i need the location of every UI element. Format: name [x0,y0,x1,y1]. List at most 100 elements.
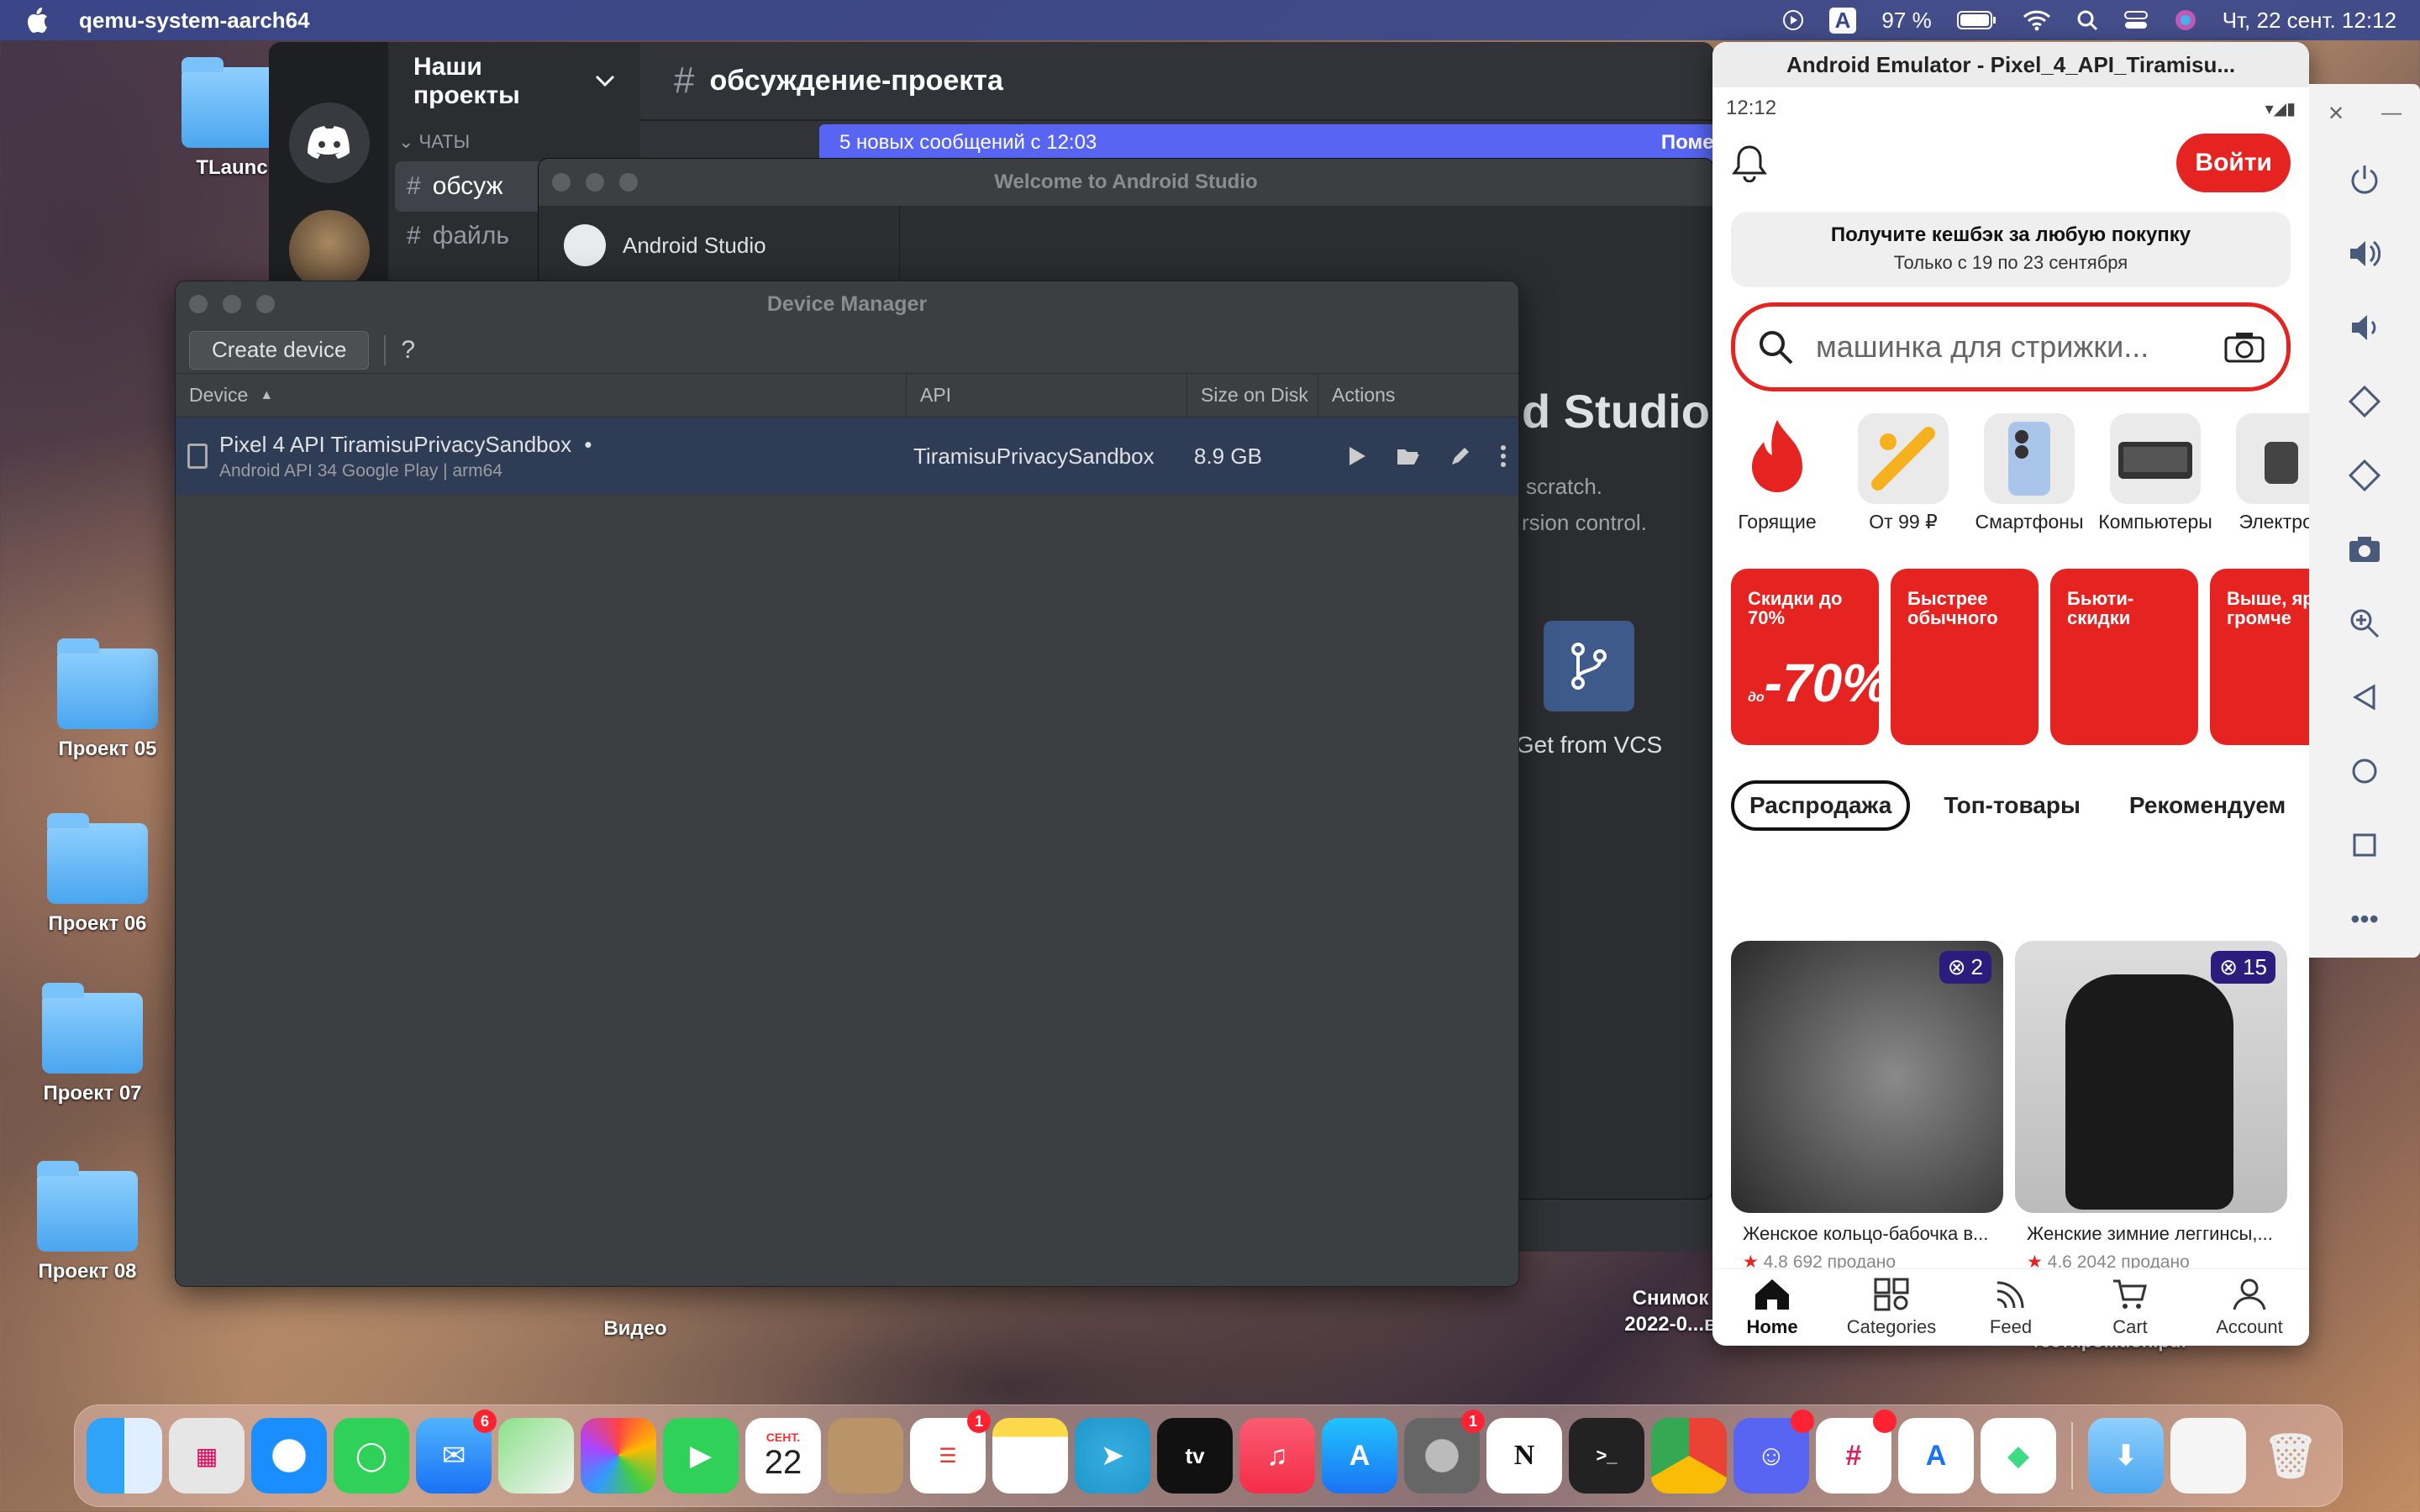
tab-top[interactable]: Топ-товары [1928,784,2096,827]
discord-icon[interactable]: ☺ [1733,1410,1814,1494]
product-card[interactable]: ⊗ 2 Женское кольцо-бабочка в... ★ 4.8 692… [1731,941,2003,1270]
close-button[interactable] [552,173,571,192]
apple-icon[interactable] [24,6,49,34]
finder-icon[interactable] [87,1418,162,1494]
folder-open-icon[interactable] [1396,446,1421,466]
category-from-99[interactable]: От 99 ₽ [1840,413,1966,533]
screenshot-button[interactable] [2309,512,2420,586]
promo-faster[interactable]: Быстрее обычного [1891,569,2039,745]
telegram-icon[interactable]: ➤ [1075,1418,1150,1494]
get-from-vcs-button[interactable]: Get from VCS [1513,621,1665,759]
more-vertical-icon[interactable] [1500,444,1507,468]
zoom-button[interactable] [2309,586,2420,660]
contacts-icon[interactable] [828,1418,903,1494]
column-device[interactable]: Device ▲ [176,374,907,417]
battery-percent[interactable]: 97 % [1881,8,1931,34]
launchpad-icon[interactable]: ▦ [169,1418,245,1494]
search-icon[interactable] [2076,9,2098,31]
create-device-button[interactable]: Create device [189,330,370,370]
safari-icon[interactable] [251,1418,327,1494]
desktop-folder-project-08[interactable]: Проект 08 [12,1161,163,1284]
nav-categories[interactable]: Categories [1832,1269,1951,1346]
notes-icon[interactable] [992,1418,1068,1494]
search-bar[interactable]: машинка для стрижки... [1731,302,2291,391]
category-computers[interactable]: Компьютеры [2092,413,2218,533]
android-studio-icon[interactable]: ◆ [1981,1418,2056,1494]
siri-icon[interactable] [2174,8,2197,32]
discord-home-icon[interactable] [289,102,370,183]
app-name[interactable]: qemu-system-aarch64 [79,8,310,34]
input-source-indicator[interactable]: A [1828,7,1857,34]
server-avatar[interactable] [289,210,370,291]
column-size[interactable]: Size on Disk [1187,374,1318,417]
home-button[interactable] [2309,734,2420,808]
mail-icon[interactable]: ✉ 6 [416,1410,497,1494]
close-button[interactable] [189,295,208,313]
power-button[interactable] [2309,143,2420,217]
column-api[interactable]: API [907,374,1187,417]
close-icon[interactable]: ✕ [2328,102,2344,126]
minimize-icon[interactable]: — [2381,102,2402,125]
messages-icon[interactable]: ◯ [334,1418,409,1494]
notion-icon[interactable]: N [1486,1418,1562,1494]
desktop-folder-project-05[interactable]: Проект 05 [32,638,183,761]
camera-icon[interactable] [2224,331,2265,363]
nav-cart[interactable]: Cart [2070,1269,2190,1346]
photos-icon[interactable] [581,1418,656,1494]
new-messages-banner[interactable]: 5 новых сообщений с 12:03 Помет [819,124,1714,161]
bell-icon[interactable] [1731,144,1768,182]
table-row[interactable]: Pixel 4 API TiramisuPrivacySandbox • And… [176,417,1518,495]
nav-feed[interactable]: Feed [1951,1269,2070,1346]
battery-icon[interactable] [1956,10,1997,30]
volume-down-button[interactable] [2309,291,2420,365]
volume-up-button[interactable] [2309,217,2420,291]
clock[interactable]: Чт, 22 сент. 12:12 [2223,8,2396,34]
search-input[interactable]: машинка для стрижки... [1816,329,2149,365]
control-center-icon[interactable] [2123,9,2149,31]
xcode-instruments-icon[interactable]: A [1898,1418,1974,1494]
play-circle-icon[interactable] [1782,9,1804,31]
zoom-button[interactable] [256,295,275,313]
terminal-icon[interactable]: >_ [1569,1418,1644,1494]
help-button[interactable]: ? [401,336,415,365]
overview-button[interactable] [2309,808,2420,882]
apple-tv-icon[interactable]: tv [1157,1418,1233,1494]
category-hot[interactable]: Горящие [1714,413,1840,533]
recent-document-icon[interactable] [2170,1418,2246,1494]
trash-icon[interactable]: 🗑 [2253,1418,2328,1494]
music-icon[interactable]: ♫ [1239,1418,1315,1494]
login-button[interactable]: Войти [2176,134,2291,192]
nav-account[interactable]: Account [2190,1269,2309,1346]
chrome-icon[interactable] [1651,1418,1727,1494]
minimize-button[interactable] [586,173,604,192]
server-header[interactable]: Наши проекты [388,42,640,121]
reminders-icon[interactable]: ☰ 1 [910,1410,991,1494]
slack-icon[interactable]: # [1816,1410,1897,1494]
mark-read-button[interactable]: Помет [1661,131,1714,155]
nav-home[interactable]: Home [1712,1269,1832,1346]
back-button[interactable] [2309,660,2420,734]
promo-beauty[interactable]: Бьюти-скидки [2050,569,2198,745]
edit-pencil-icon[interactable] [1449,445,1471,467]
rotate-right-button[interactable] [2309,438,2420,512]
play-icon[interactable] [1347,445,1367,467]
system-settings-icon[interactable]: 1 [1404,1410,1485,1494]
facetime-icon[interactable]: ▶ [663,1418,739,1494]
category-smartphones[interactable]: Смартфоны [1966,413,2092,533]
more-button[interactable]: ••• [2309,882,2420,956]
wifi-icon[interactable] [2023,9,2051,31]
cashback-banner[interactable]: Получите кешбэк за любую покупку Только … [1731,212,2291,287]
desktop-folder-video[interactable]: Видео [560,1317,711,1341]
category-chats[interactable]: ⌄ ЧАТЫ [388,121,640,153]
calendar-icon[interactable]: СЕНТ. 22 [745,1418,821,1494]
app-store-icon[interactable]: A [1322,1418,1397,1494]
minimize-button[interactable] [223,295,241,313]
tab-recommended[interactable]: Рекомендуем [2114,784,2301,827]
tab-sale[interactable]: Распродажа [1731,780,1911,831]
category-electronics[interactable]: Электрон [2218,413,2309,533]
desktop-folder-project-07[interactable]: Проект 07 [17,983,168,1105]
product-card[interactable]: ⊗ 15 Женские зимние леггинсы,... ★ 4.6 20… [2015,941,2287,1270]
maps-icon[interactable] [498,1418,574,1494]
downloads-folder-icon[interactable]: ⬇ [2088,1418,2164,1494]
rotate-left-button[interactable] [2309,365,2420,438]
